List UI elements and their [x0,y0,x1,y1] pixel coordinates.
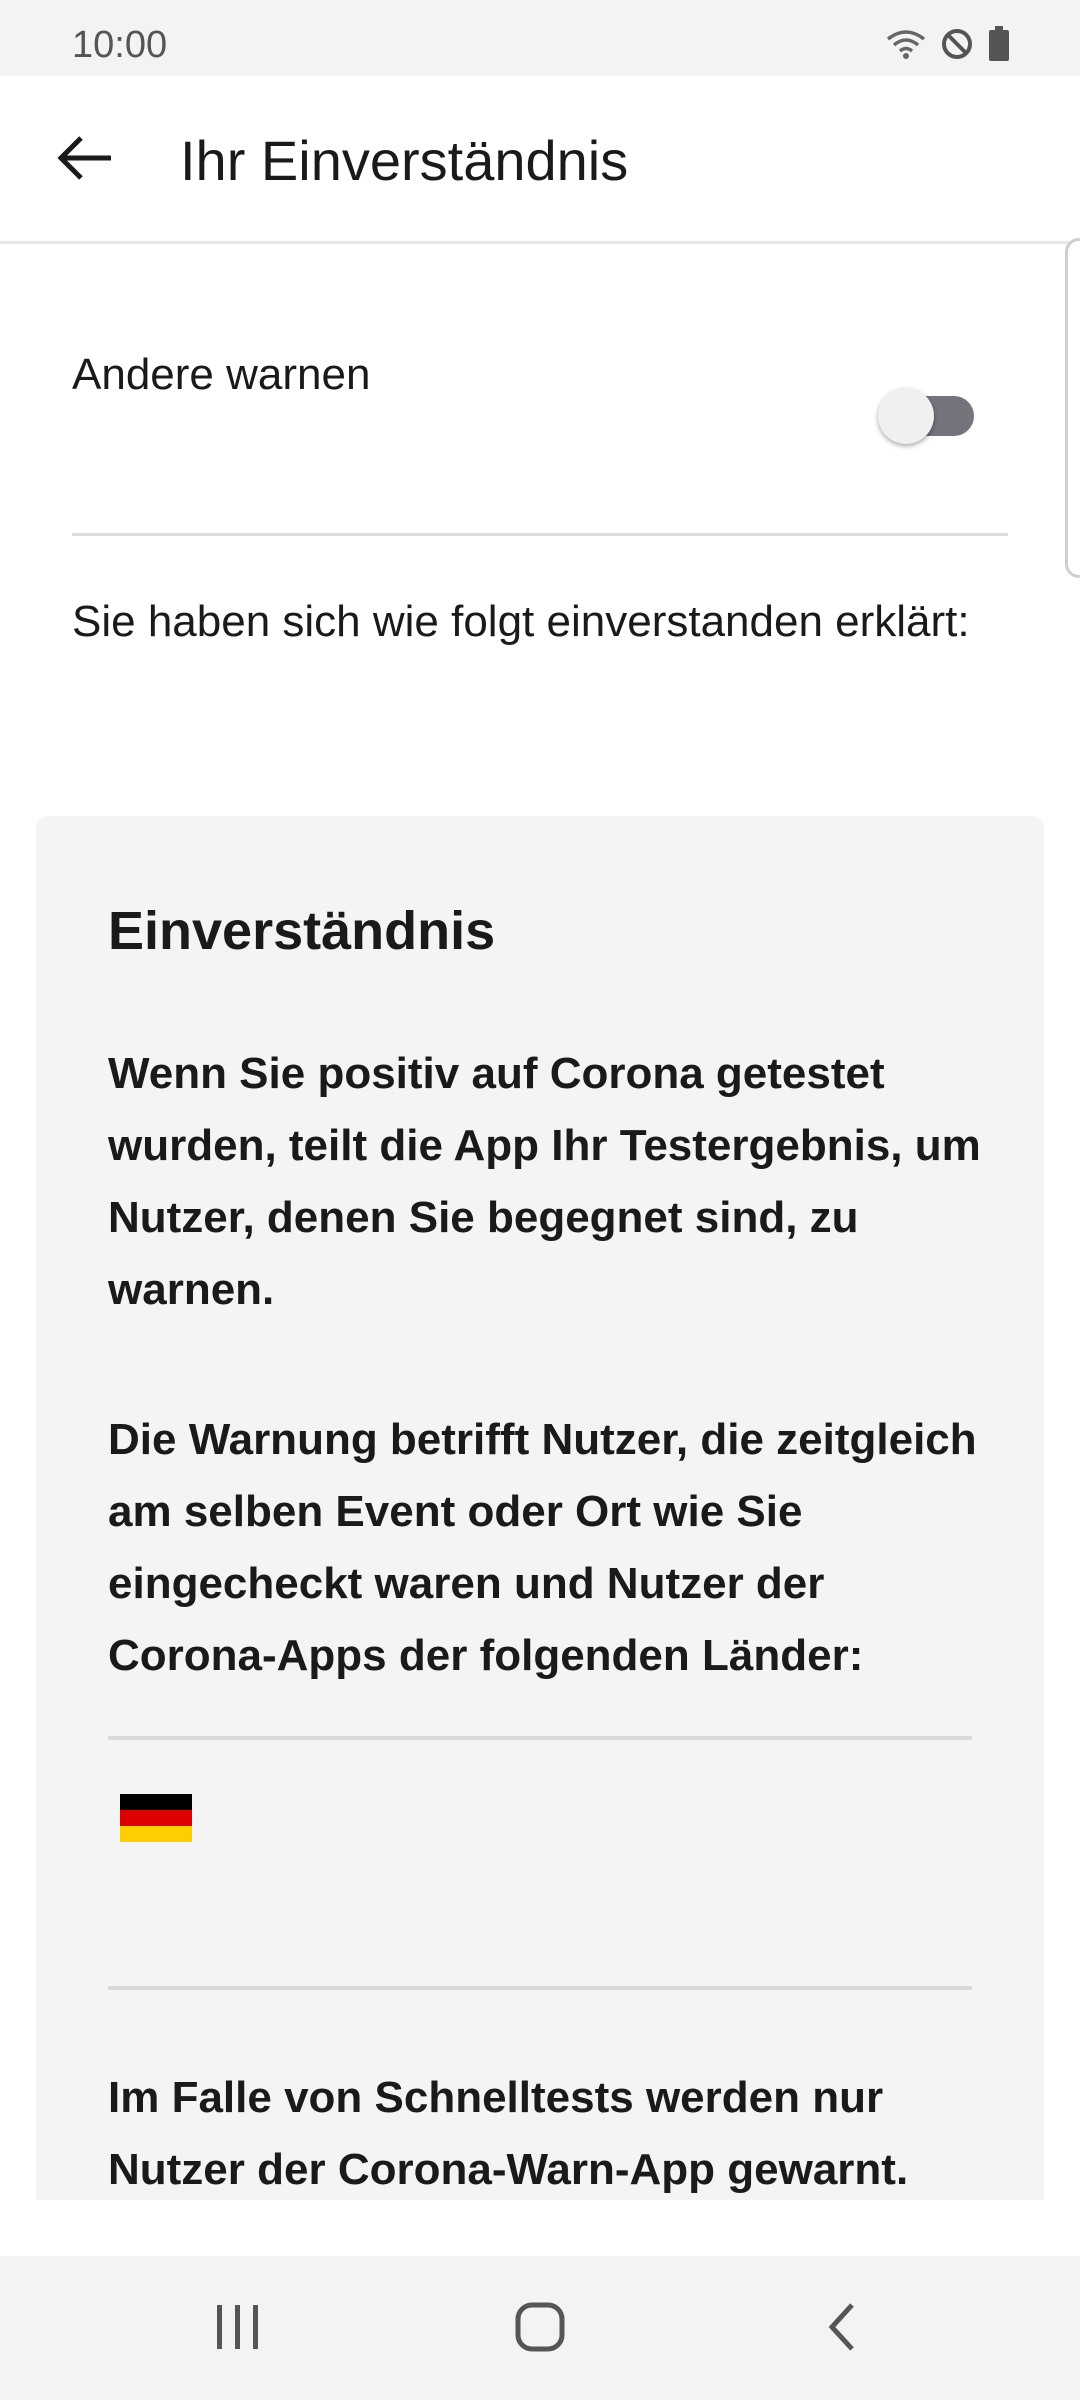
navigation-bar [0,2256,1080,2400]
warn-others-row: Andere warnen [72,244,1008,536]
warn-others-switch[interactable] [878,384,978,444]
consent-paragraph-3: Im Falle von Schnelltests werden nur Nut… [108,2073,909,2194]
do-not-disturb-icon [940,27,974,61]
status-bar: 10:00 [0,0,1080,76]
battery-icon [988,26,1010,62]
wifi-icon [886,27,926,61]
divider [108,1986,972,1990]
app-bar: Ihr Einverständnis [0,76,1080,244]
scroll-handle[interactable] [1065,238,1080,578]
page-title: Ihr Einverständnis [180,129,629,192]
consent-paragraph-1: Wenn Sie positiv auf Corona getestet wur… [108,1049,981,1314]
home-icon [514,2301,566,2358]
status-time: 10:00 [72,24,168,66]
back-button[interactable] [40,120,130,200]
recent-apps-button[interactable] [178,2284,298,2374]
consent-card: Einverständnis Wenn Sie positiv auf Coro… [36,816,1044,2200]
nav-back-button[interactable] [782,2284,902,2374]
back-icon [824,2301,860,2358]
content-scroll-area[interactable]: Andere warnen Sie haben sich wie folgt e… [0,244,1080,2200]
divider [108,1736,972,1740]
consent-paragraph-2: Die Warnung betrifft Nutzer, die zeitgle… [108,1415,977,1680]
home-button[interactable] [480,2284,600,2374]
intro-text: Sie haben sich wie folgt einverstanden e… [72,597,970,646]
recent-apps-icon [213,2303,263,2356]
warn-others-label: Andere warnen [72,350,371,399]
germany-flag-icon [120,1794,192,1842]
status-icons [886,26,1010,62]
arrow-left-icon [55,134,115,187]
card-title: Einverständnis [108,901,496,961]
switch-thumb [878,388,934,444]
